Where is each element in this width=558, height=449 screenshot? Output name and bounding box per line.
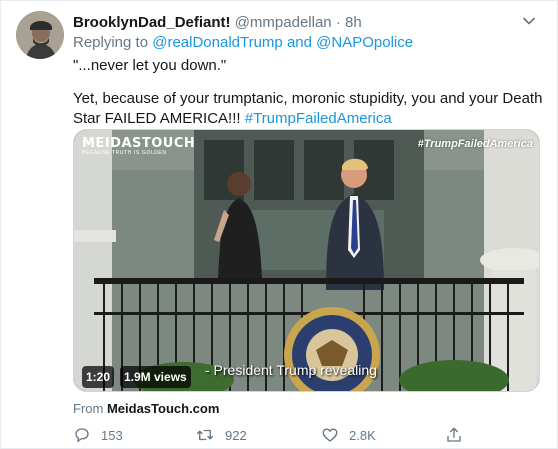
source-link[interactable]: MeidasTouch.com — [107, 401, 219, 416]
retweet-button[interactable]: 922 — [195, 424, 247, 446]
tweet-text-line-1: "...never let you down." — [73, 57, 227, 74]
video-caption: - President Trump revealing — [205, 362, 377, 378]
like-icon — [322, 428, 338, 442]
retweet-count: 922 — [225, 427, 247, 443]
tweet-text: "...never let you down." Yet, because of… — [73, 56, 543, 129]
share-button[interactable] — [445, 424, 473, 446]
retweet-icon — [196, 429, 214, 441]
brand-logo: MEIDASTOUCH BECAUSE TRUTH IS GOLDEN — [82, 136, 195, 156]
avatar[interactable] — [16, 11, 64, 59]
reply-user-link-2[interactable]: @NAPOpolice — [316, 34, 413, 51]
replying-to: Replying to @realDonaldTrump and @NAPOpo… — [73, 33, 413, 53]
reply-button[interactable]: 153 — [73, 424, 123, 446]
video-frame — [74, 130, 539, 391]
video-player[interactable]: MEIDASTOUCH BECAUSE TRUTH IS GOLDEN #Tru… — [73, 129, 540, 392]
like-count: 2.8K — [349, 427, 376, 443]
reply-and[interactable]: and — [287, 34, 312, 51]
reply-icon — [75, 428, 89, 443]
tweet-text-line-2: Yet, because of your trumptanic, moronic… — [73, 89, 543, 129]
caret-down-icon[interactable] — [519, 11, 539, 31]
media-source: From MeidasTouch.com — [73, 401, 219, 417]
hashtag-link[interactable]: #TrumpFailedAmerica — [245, 110, 392, 127]
tweet-actions: 153 922 2.8K — [73, 424, 533, 446]
video-views: 1.9M views — [120, 366, 191, 388]
video-hashtag: #TrumpFailedAmerica — [417, 138, 533, 150]
tweet-time[interactable]: 8h — [345, 14, 362, 31]
source-prefix: From — [73, 401, 104, 416]
reply-user-link-1[interactable]: @realDonaldTrump — [152, 34, 283, 51]
tweet-card[interactable]: BrooklynDad_Defiant! @mmpadellan · 8h Re… — [0, 0, 558, 449]
like-button[interactable]: 2.8K — [321, 424, 376, 446]
reply-prefix: Replying to — [73, 34, 149, 51]
video-duration: 1:20 — [82, 366, 115, 388]
separator-dot: · — [335, 14, 341, 31]
tweet-header: BrooklynDad_Defiant! @mmpadellan · 8h — [73, 13, 362, 33]
reply-count: 153 — [101, 427, 123, 443]
avatar-image — [16, 11, 64, 59]
author-handle[interactable]: @mmpadellan — [235, 14, 332, 31]
author-name[interactable]: BrooklynDad_Defiant! — [73, 14, 231, 31]
share-icon — [447, 427, 461, 442]
brand-title: MEIDASTOUCH — [82, 136, 196, 151]
